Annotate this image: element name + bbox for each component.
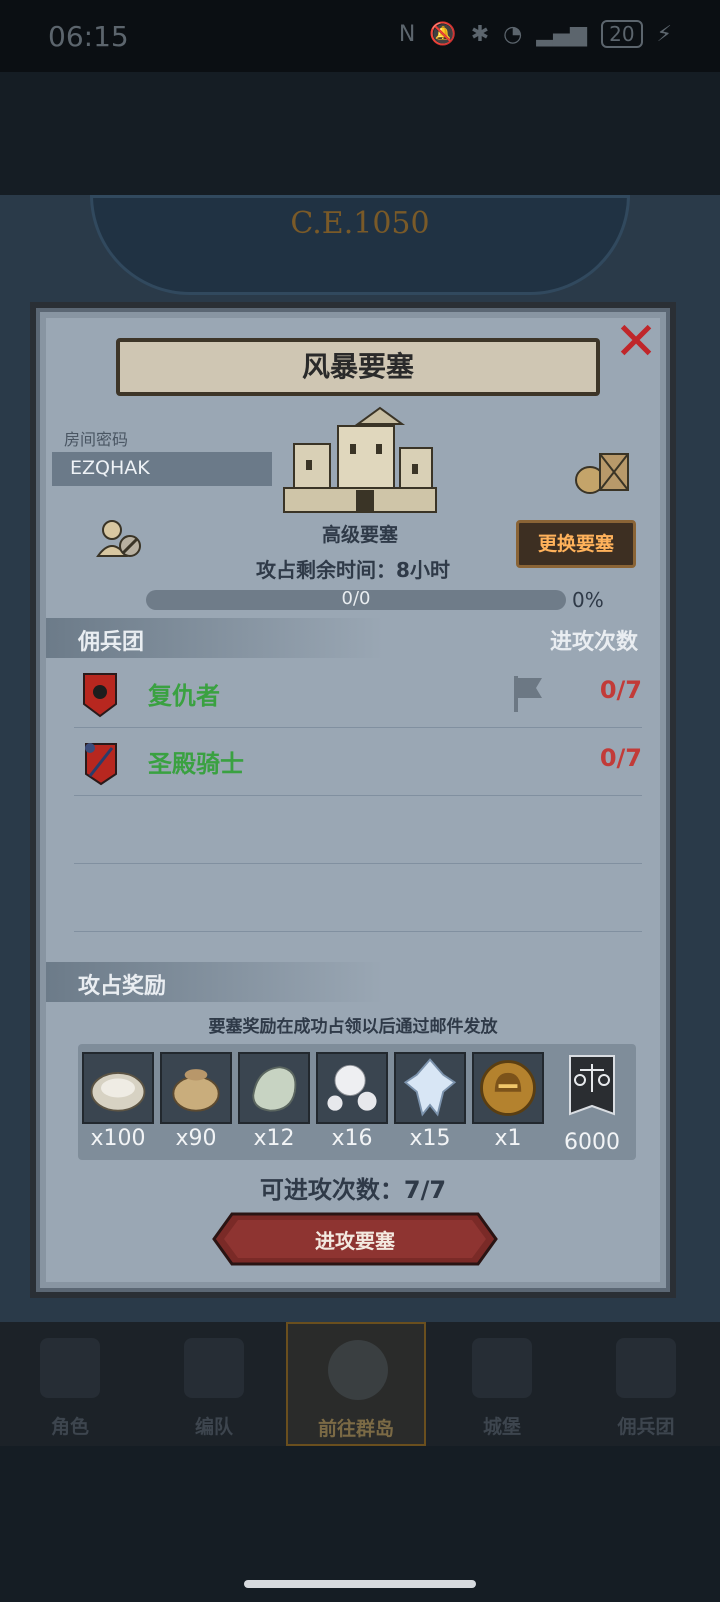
mercenary-header: 佣兵团 [78,630,145,655]
time-remaining-label: 攻占剩余时间： [256,558,397,582]
rewards-header: 攻占奖励 [78,974,167,999]
reward-item[interactable]: x90 [160,1052,232,1151]
status-time: 06:15 [48,20,129,53]
helmet-medal-icon [480,1060,536,1116]
reward-quantity: x100 [90,1126,146,1151]
reward-quantity: 6000 [564,1130,620,1155]
gesture-bar[interactable] [244,1580,476,1588]
compass-icon [328,1340,388,1400]
crystal-icon [403,1058,457,1117]
reward-slot [472,1052,544,1124]
nav-item-character[interactable]: 角色 [0,1322,140,1446]
mercenary-section-header: 佣兵团 进攻次数 [46,618,660,658]
nav-item-castle[interactable]: 城堡 [432,1322,572,1446]
mercenary-name: 复仇者 [148,682,220,710]
reward-slot [238,1052,310,1124]
reward-slot [394,1052,466,1124]
reward-quantity: x12 [253,1126,295,1151]
castle-icon [283,406,437,513]
silent-icon: 🔕 [429,21,457,47]
reward-item[interactable]: x15 [394,1052,466,1151]
justice-banner-icon [569,1055,615,1116]
progress-percent: 0% [572,588,604,612]
nfc-icon: N [398,21,416,47]
mercenary-row[interactable]: 复仇者 0/7 [74,660,642,728]
nav-label: 编队 [194,1416,233,1438]
pearl-icon [327,1064,377,1111]
nav-label: 角色 [50,1416,89,1438]
castle-nav-icon [472,1338,532,1398]
reward-item[interactable]: x100 [82,1052,154,1151]
status-icons: N 🔕 ✱ ◔ ▂▄▆ 20 ⚡ [399,20,672,48]
stone-icon [252,1066,297,1112]
nav-label: 前往群岛 [317,1418,394,1440]
mercenary-attack-count: 0/7 [599,744,642,772]
reward-quantity: x16 [331,1126,373,1151]
reward-item[interactable]: x1 [472,1052,544,1151]
sack-icon [172,1069,220,1112]
reward-quantity: x1 [494,1126,522,1151]
nav-label: 城堡 [482,1416,521,1438]
empty-row [74,796,642,864]
room-code: EZQHAK [70,457,150,479]
mercenary-attack-count: 0/7 [599,676,642,704]
fortress-dialog: ✕ 风暴要塞 房间密码 EZQHAK 高级要塞 更换要塞 攻占剩余时间：8小时 … [30,302,676,1298]
attacks-header: 进攻次数 [549,630,638,655]
attack-button-label: 进攻要塞 [315,1229,395,1253]
bluetooth-icon: ✱ [470,21,490,47]
reward-slot [316,1052,388,1124]
rewards-panel: x100 x90 x12 x16 x15 x1 6000 [78,1044,636,1160]
battery-icon: 20 [601,20,643,48]
mercenary-name: 圣殿骑士 [148,750,244,778]
room-code-label: 房间密码 [64,430,129,449]
attacks-remaining: 可进攻次数：7/7 [36,1170,670,1205]
no-owner-icon [96,520,141,557]
close-button[interactable]: ✕ [610,316,662,368]
knight-icon [40,1338,100,1398]
nav-item-islands[interactable]: 前往群岛 [286,1322,426,1446]
progress-text: 0/0 [341,588,371,609]
nav-item-mercenary[interactable]: 佣兵团 [576,1322,716,1446]
reward-slot [82,1052,154,1124]
capture-progress-bar: 0/0 [146,588,566,610]
fortress-level: 高级要塞 [321,524,398,546]
nav-item-formation[interactable]: 编队 [144,1322,284,1446]
nav-label: 佣兵团 [617,1416,675,1438]
era-label: C.E.1050 [290,206,430,241]
flag-icon [514,676,542,712]
reward-item[interactable]: 6000 [556,1052,628,1155]
reward-quantity: x90 [175,1126,217,1151]
attack-fortress-button[interactable]: 进攻要塞 [212,1212,498,1266]
wifi-icon: ◔ [503,21,523,47]
signal-icon: ▂▄▆ [536,21,588,47]
close-icon: ✕ [614,312,658,372]
reward-quantity: x15 [409,1126,451,1151]
bottom-navigation: 角色 编队 前往群岛 城堡 佣兵团 [0,1322,720,1446]
oyster-icon [90,1071,146,1112]
time-remaining: 攻占剩余时间：8小时 [36,554,670,583]
era-banner: C.E.1050 [90,195,630,295]
mercenary-icon [616,1338,676,1398]
attacks-remaining-value: 7/7 [403,1176,447,1204]
empty-row [74,864,642,932]
charging-icon: ⚡ [656,21,672,47]
helmet-icon [184,1338,244,1398]
attacks-remaining-label: 可进攻次数： [259,1176,404,1204]
avenger-emblem-icon [83,673,117,718]
rewards-note: 要塞奖励在成功占领以后通过邮件发放 [208,1017,498,1037]
rewards-section-header: 攻占奖励 [46,962,660,1002]
reward-item[interactable]: x12 [238,1052,310,1151]
status-bar: 06:15 N 🔕 ✱ ◔ ▂▄▆ 20 ⚡ [0,0,720,72]
templar-emblem-icon [85,743,117,786]
resources-crate-icon[interactable] [572,448,632,496]
reward-item[interactable]: x16 [316,1052,388,1151]
room-code-field[interactable]: EZQHAK [52,452,272,486]
reward-slot [160,1052,232,1124]
time-remaining-value: 8小时 [396,558,450,582]
dialog-title: 风暴要塞 [116,338,600,396]
mercenary-row[interactable]: 圣殿骑士 0/7 [74,728,642,796]
